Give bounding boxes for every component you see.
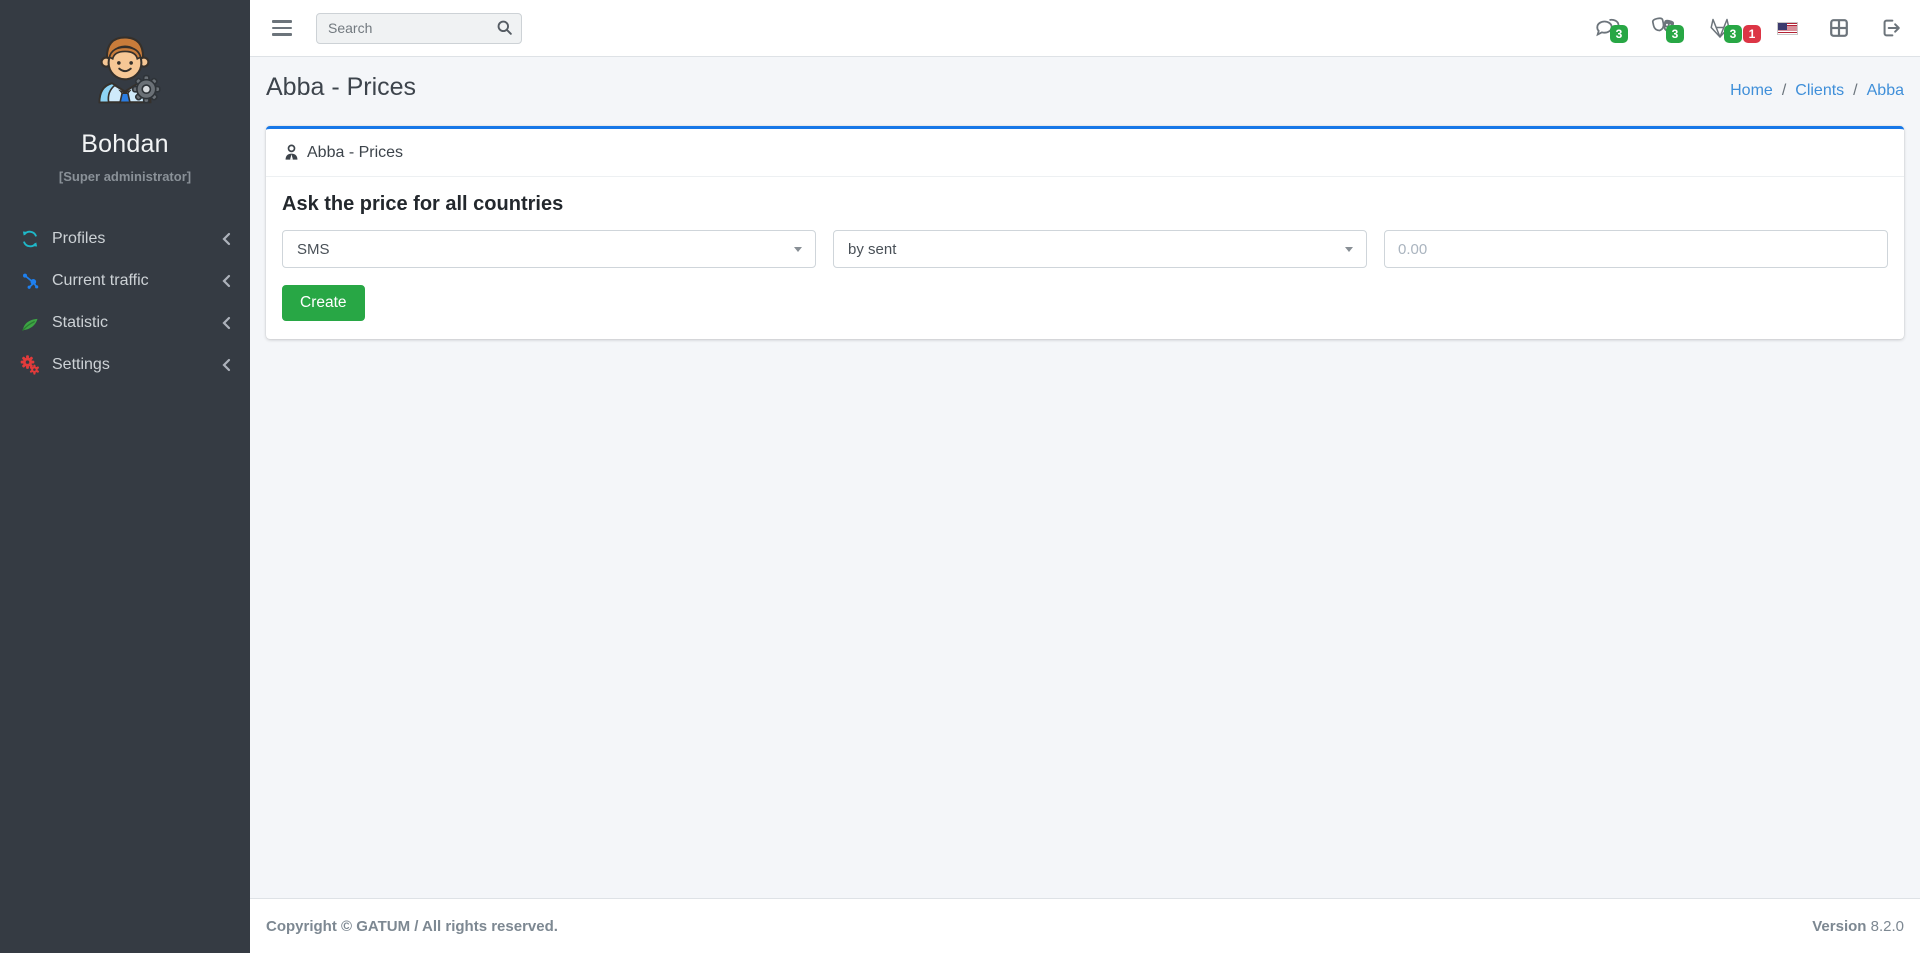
avatar xyxy=(0,26,250,108)
search-icon[interactable] xyxy=(495,18,514,40)
breadcrumb-home[interactable]: Home xyxy=(1730,82,1773,100)
sidebar: Bohdan [Super administrator] Profiles xyxy=(0,0,250,953)
grid-button[interactable] xyxy=(1828,17,1850,39)
sidebar-item-statistic[interactable]: Statistic xyxy=(0,302,250,344)
chevron-down-icon xyxy=(1345,247,1353,252)
language-button[interactable] xyxy=(1777,22,1798,35)
card-header-title: Abba - Prices xyxy=(307,144,403,162)
top-navbar: 3 3 xyxy=(250,0,1920,57)
sidebar-nav: Profiles xyxy=(0,218,250,386)
gitlab-badge-red: 1 xyxy=(1743,25,1761,43)
chevron-left-icon xyxy=(221,274,232,288)
logout-button[interactable] xyxy=(1880,17,1902,39)
breadcrumb-separator: / xyxy=(1853,82,1857,100)
unit-select-value: by sent xyxy=(848,241,896,258)
gitlab-badge-green: 3 xyxy=(1724,25,1742,43)
grid-icon xyxy=(1828,17,1850,39)
section-title: Ask the price for all countries xyxy=(282,193,1888,216)
version-text: Version 8.2.0 xyxy=(1812,918,1904,935)
search-input[interactable] xyxy=(316,13,522,44)
masks-button[interactable]: 3 xyxy=(1651,16,1677,40)
chat-messages-button[interactable]: 3 xyxy=(1595,16,1621,40)
prices-card: Abba - Prices Ask the price for all coun… xyxy=(266,126,1904,339)
page-title: Abba - Prices xyxy=(266,73,416,102)
version-label: Version xyxy=(1812,918,1866,935)
sync-icon xyxy=(20,229,52,249)
user-panel: Bohdan [Super administrator] xyxy=(0,0,250,184)
sidebar-item-label: Settings xyxy=(52,356,221,374)
footer: Copyright © GATUM / All rights reserved.… xyxy=(250,898,1920,953)
chevron-left-icon xyxy=(221,316,232,330)
content-area: Abba - Prices Home / Clients / Abba A xyxy=(250,57,1920,898)
copyright-text: Copyright © GATUM / All rights reserved. xyxy=(266,918,558,935)
breadcrumb-separator: / xyxy=(1782,82,1786,100)
sidebar-item-current-traffic[interactable]: Current traffic xyxy=(0,260,250,302)
content-header: Abba - Prices Home / Clients / Abba xyxy=(266,57,1904,102)
breadcrumb-clients[interactable]: Clients xyxy=(1795,82,1844,100)
hamburger-icon[interactable] xyxy=(272,18,298,38)
leaf-icon xyxy=(20,313,52,333)
logout-icon xyxy=(1880,17,1902,39)
price-input[interactable] xyxy=(1384,230,1888,268)
type-select-value: SMS xyxy=(297,241,330,258)
masks-badge: 3 xyxy=(1666,25,1684,43)
main-area: 3 3 xyxy=(250,0,1920,953)
network-icon xyxy=(20,271,52,291)
us-flag-icon xyxy=(1777,22,1798,35)
avatar-image xyxy=(84,26,166,108)
create-button[interactable]: Create xyxy=(282,285,365,321)
user-name: Bohdan xyxy=(0,130,250,159)
sidebar-item-label: Profiles xyxy=(52,230,221,248)
sidebar-item-label: Statistic xyxy=(52,314,221,332)
navbar-search xyxy=(316,13,522,44)
unit-select[interactable]: by sent xyxy=(833,230,1367,268)
gears-icon xyxy=(20,355,52,375)
price-form-row: SMS by sent xyxy=(282,230,1888,268)
sidebar-item-settings[interactable]: Settings xyxy=(0,344,250,386)
chat-badge: 3 xyxy=(1610,25,1628,43)
app-window: Bohdan [Super administrator] Profiles xyxy=(0,0,1920,953)
chevron-left-icon xyxy=(221,232,232,246)
navbar-right: 3 3 xyxy=(1595,16,1902,40)
sidebar-item-profiles[interactable]: Profiles xyxy=(0,218,250,260)
breadcrumb-current: Abba xyxy=(1867,82,1904,100)
chevron-left-icon xyxy=(221,358,232,372)
version-value: 8.2.0 xyxy=(1871,918,1904,935)
sidebar-item-label: Current traffic xyxy=(52,272,221,290)
breadcrumb: Home / Clients / Abba xyxy=(1730,82,1904,102)
card-header: Abba - Prices xyxy=(266,129,1904,177)
chevron-down-icon xyxy=(794,247,802,252)
price-field-wrap xyxy=(1384,230,1888,268)
gitlab-button[interactable]: 3 1 xyxy=(1707,16,1733,40)
user-role: [Super administrator] xyxy=(0,169,250,184)
type-select[interactable]: SMS xyxy=(282,230,816,268)
card-body: Ask the price for all countries SMS by s… xyxy=(266,177,1904,339)
user-icon xyxy=(282,143,301,162)
